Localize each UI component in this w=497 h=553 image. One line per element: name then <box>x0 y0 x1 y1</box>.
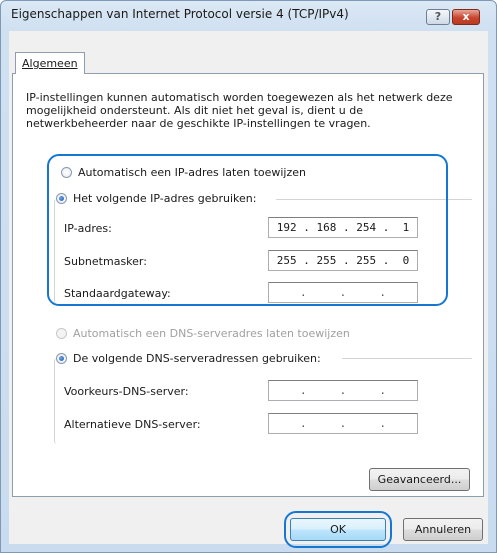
dns-group-top-line <box>342 358 472 359</box>
subnet-mask-input[interactable]: 255 . 255 . 255 . 0 <box>268 250 418 271</box>
subnet-mask-label: Subnetmasker: <box>64 255 147 268</box>
ok-button[interactable]: OK <box>290 518 386 541</box>
radio-auto-dns-button <box>56 328 67 339</box>
ip-address-input[interactable]: 192 . 168 . 254 . 1 <box>268 217 418 238</box>
help-button[interactable]: ? <box>426 9 450 25</box>
alternate-dns-label: Alternatieve DNS-server: <box>64 418 201 431</box>
ip-address-label: IP-adres: <box>64 222 112 235</box>
radio-auto-ip-label: Automatisch een IP-adres laten toewijzen <box>78 166 306 179</box>
tab-general-label: Algemeen <box>22 57 78 70</box>
alternate-dns-input[interactable]: . . . <box>268 413 418 434</box>
cancel-button[interactable]: Annuleren <box>403 518 483 541</box>
ip-group-top-line <box>276 199 472 200</box>
intro-text: IP-instellingen kunnen automatisch worde… <box>26 91 453 130</box>
radio-auto-ip-button[interactable] <box>61 167 72 178</box>
radio-manual-dns-button[interactable] <box>56 353 67 364</box>
radio-manual-dns-label: De volgende DNS-serveradressen gebruiken… <box>73 352 321 365</box>
preferred-dns-input[interactable]: . . . <box>268 380 418 401</box>
window-title: Eigenschappen van Internet Protocol vers… <box>11 7 349 21</box>
preferred-dns-label: Voorkeurs-DNS-server: <box>64 385 189 398</box>
gateway-input[interactable]: . . . <box>268 282 418 303</box>
radio-auto-dns: Automatisch een DNS-serveradres laten to… <box>56 327 350 340</box>
radio-manual-ip-button[interactable] <box>56 193 67 204</box>
radio-manual-dns[interactable]: De volgende DNS-serveradressen gebruiken… <box>56 352 325 365</box>
radio-manual-ip-label: Het volgende IP-adres gebruiken: <box>73 192 257 205</box>
title-bar[interactable]: Eigenschappen van Internet Protocol vers… <box>1 1 496 31</box>
radio-auto-ip[interactable]: Automatisch een IP-adres laten toewijzen <box>61 166 306 179</box>
radio-auto-dns-label: Automatisch een DNS-serveradres laten to… <box>73 327 350 340</box>
tab-general[interactable]: Algemeen <box>15 52 85 74</box>
gateway-label: Standaardgateway: <box>64 287 171 300</box>
advanced-button[interactable]: Geavanceerd... <box>369 468 470 491</box>
close-button[interactable]: x <box>452 9 480 25</box>
radio-manual-ip[interactable]: Het volgende IP-adres gebruiken: <box>56 192 261 205</box>
